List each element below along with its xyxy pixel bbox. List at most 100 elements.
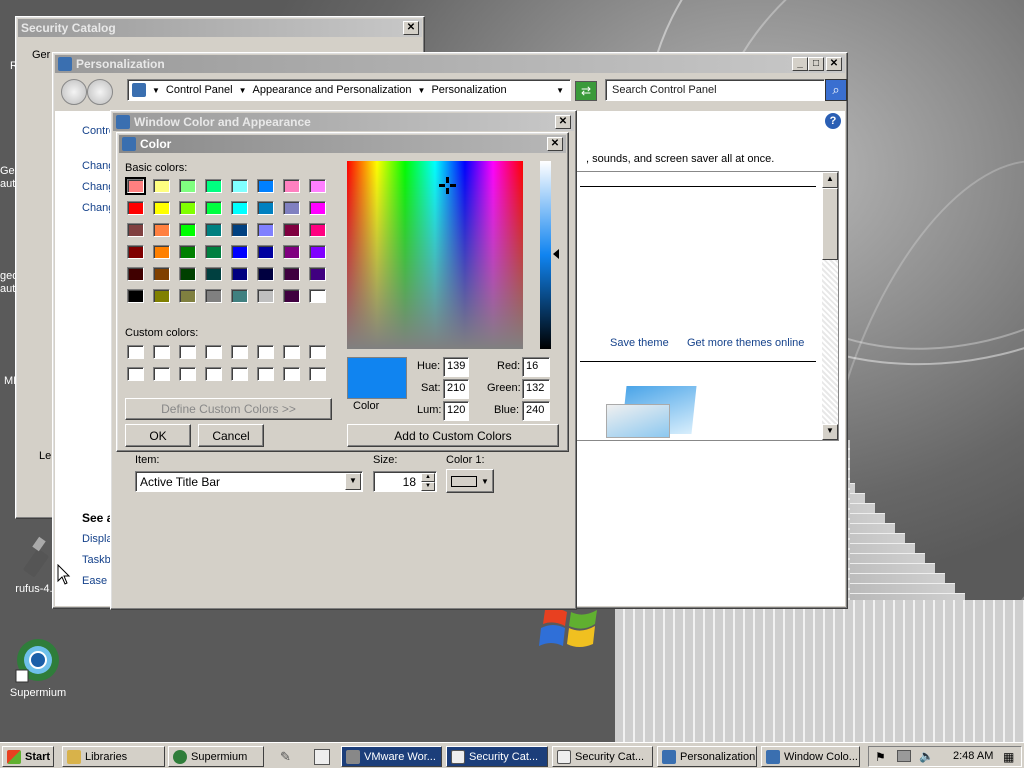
tab-general[interactable]: Ger [32,49,50,61]
basic-color-swatch[interactable] [231,201,248,215]
basic-color-swatch[interactable] [257,267,274,281]
see-also-link[interactable]: Displa [82,533,113,545]
basic-color-swatch[interactable] [153,267,170,281]
basic-color-swatch[interactable] [205,223,222,237]
taskbar-item-personalization[interactable]: Personalization [657,746,757,767]
basic-color-swatch[interactable] [179,289,196,303]
basic-color-swatch[interactable] [309,289,326,303]
stepper-up-icon[interactable]: ▲ [421,473,435,482]
custom-color-swatch[interactable] [309,367,326,381]
refresh-icon[interactable]: ⇄ [575,81,597,101]
basic-color-swatch[interactable] [283,245,300,259]
basic-color-swatch[interactable] [127,223,144,237]
scroll-down-button[interactable]: ▼ [822,424,838,440]
minimize-button[interactable]: _ [792,57,808,71]
green-input[interactable]: 132 [522,379,550,399]
custom-color-swatch[interactable] [205,367,222,381]
basic-color-swatch[interactable] [127,245,144,259]
save-theme-link[interactable]: Save theme [610,337,669,349]
basic-color-swatch[interactable] [205,179,222,193]
theme-list[interactable]: Save theme Get more themes online ▲ ▼ [575,171,839,441]
blue-input[interactable]: 240 [522,401,550,421]
address-bar[interactable]: ▼ Control Panel ▼ Appearance and Persona… [127,79,571,101]
show-desktop-icon[interactable] [314,749,330,765]
get-more-themes-link[interactable]: Get more themes online [687,337,804,349]
custom-color-swatch[interactable] [309,345,326,359]
basic-color-swatch[interactable] [309,223,326,237]
basic-color-swatch[interactable] [125,177,146,195]
basic-color-swatch[interactable] [153,201,170,215]
basic-color-swatch[interactable] [153,245,170,259]
close-button[interactable]: ✕ [555,115,571,129]
chevron-down-icon[interactable]: ▼ [239,86,247,95]
luminance-arrow-icon[interactable] [553,249,559,259]
color-dialog[interactable]: Color ✕ Basic colors: Custom colors: Def… [116,132,569,452]
basic-color-swatch[interactable] [309,245,326,259]
custom-color-swatch[interactable] [153,367,170,381]
quicklaunch-tool-icon[interactable]: ✎ [280,749,296,765]
basic-color-swatch[interactable] [257,223,274,237]
hue-input[interactable]: 139 [443,357,469,377]
basic-color-swatch[interactable] [283,267,300,281]
chevron-down-icon[interactable]: ▼ [556,86,564,95]
basic-color-swatch[interactable] [283,289,300,303]
color-spectrum[interactable] [347,161,523,349]
maximize-button[interactable]: □ [808,57,824,71]
size-stepper[interactable]: 18 ▲ ▼ [373,471,437,492]
custom-color-swatch[interactable] [205,345,222,359]
scroll-thumb[interactable] [822,188,838,260]
custom-color-swatch[interactable] [127,345,144,359]
custom-color-swatch[interactable] [257,345,274,359]
spectrum-crosshair-icon[interactable] [439,177,456,194]
breadcrumb-item[interactable]: Control Panel [166,84,233,96]
basic-color-swatch[interactable] [231,267,248,281]
taskbar-item-security-catalog[interactable]: Security Cat... [446,746,548,767]
basic-color-swatch[interactable] [127,267,144,281]
basic-color-swatch[interactable] [257,201,274,215]
personalization-titlebar[interactable]: Personalization [55,55,845,73]
basic-color-swatch[interactable] [179,201,196,215]
custom-color-swatch[interactable] [283,345,300,359]
back-button[interactable] [61,79,87,105]
add-to-custom-colors-button[interactable]: Add to Custom Colors [347,424,559,447]
breadcrumb-item[interactable]: Appearance and Personalization [253,84,412,96]
red-input[interactable]: 16 [522,357,550,377]
tray-icon[interactable]: ▦ [1003,750,1014,764]
clock[interactable]: 2:48 AM [953,750,993,762]
taskbar-item-supermium[interactable]: Supermium [168,746,264,767]
basic-color-swatch[interactable] [205,201,222,215]
luminance-slider[interactable] [540,161,551,349]
network-icon[interactable] [897,750,911,762]
volume-icon[interactable]: 🔈 [919,749,934,763]
close-button[interactable]: ✕ [826,57,842,71]
basic-color-swatch[interactable] [179,179,196,193]
basic-color-swatch[interactable] [283,179,300,193]
scroll-up-button[interactable]: ▲ [822,172,838,188]
basic-color-swatch[interactable] [257,179,274,193]
taskbar-item-security-catalog-2[interactable]: Security Cat... [552,746,653,767]
scrollbar[interactable]: ▲ ▼ [822,172,838,440]
forward-button[interactable] [87,79,113,105]
lum-input[interactable]: 120 [443,401,469,421]
basic-color-swatch[interactable] [127,289,144,303]
start-button[interactable]: Start [2,746,54,767]
color1-picker-button[interactable]: ▼ [446,469,494,493]
custom-color-swatch[interactable] [257,367,274,381]
taskbar-item-window-color[interactable]: Window Colo... [761,746,860,767]
basic-color-swatch[interactable] [205,289,222,303]
basic-color-swatch[interactable] [179,223,196,237]
basic-color-swatch[interactable] [309,267,326,281]
custom-color-swatch[interactable] [127,367,144,381]
close-button[interactable]: ✕ [547,137,563,151]
security-catalog-titlebar[interactable]: Security Catalog [18,19,422,37]
custom-color-swatch[interactable] [231,367,248,381]
breadcrumb-item[interactable]: Personalization [431,84,506,96]
custom-color-swatch[interactable] [153,345,170,359]
window-color-titlebar[interactable]: Window Color and Appearance [113,113,574,131]
basic-color-swatch[interactable] [283,223,300,237]
custom-color-swatch[interactable] [179,367,196,381]
taskbar-item-libraries[interactable]: Libraries [62,746,165,767]
ok-button[interactable]: OK [125,424,191,447]
define-custom-colors-button[interactable]: Define Custom Colors >> [125,398,332,420]
see-also-link[interactable]: Taskb [82,554,111,566]
